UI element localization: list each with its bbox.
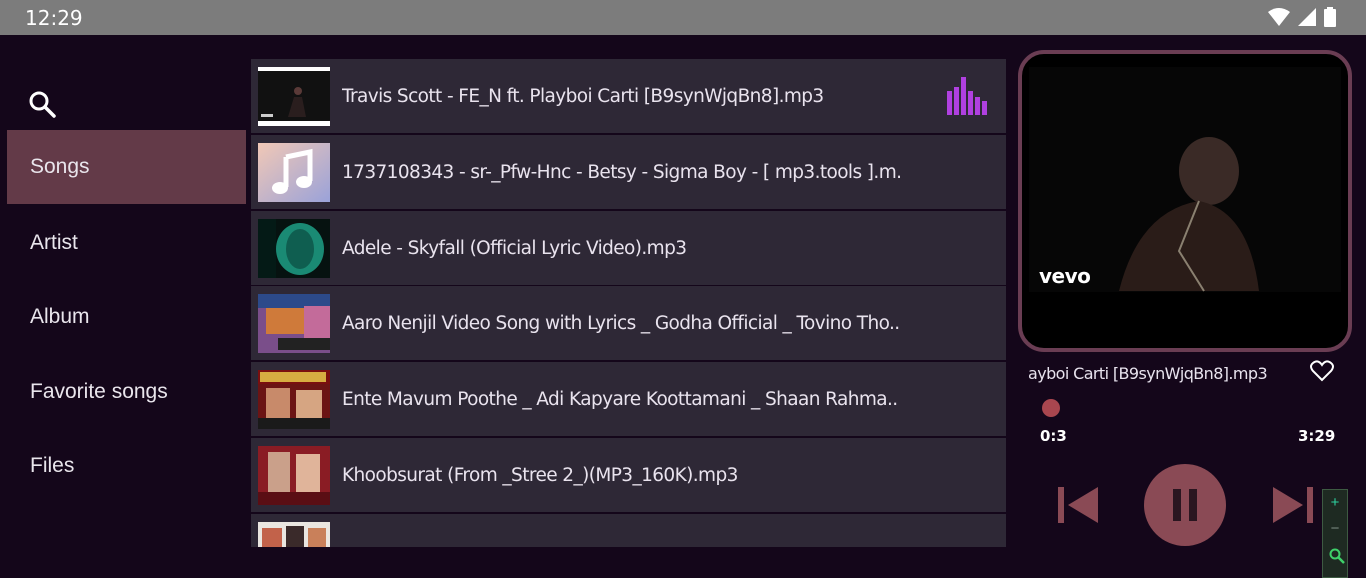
song-row[interactable]: Khoobsurat (From _Stree 2_)(MP3_160K).mp… bbox=[251, 438, 1006, 512]
status-icons bbox=[1268, 7, 1336, 27]
sidebar-item-songs[interactable]: Songs bbox=[7, 130, 246, 204]
pause-button[interactable] bbox=[1144, 464, 1226, 546]
now-playing-title: ayboi Carti [B9synWjqBn8].mp3 bbox=[1028, 364, 1268, 383]
song-thumbnail bbox=[258, 370, 330, 429]
skip-previous-icon bbox=[1058, 487, 1098, 523]
zoom-icon[interactable] bbox=[1329, 548, 1345, 564]
song-title: Ente Mavum Poothe _ Adi Kapyare Koottama… bbox=[342, 389, 898, 410]
search-button[interactable] bbox=[28, 90, 58, 120]
song-thumbnail bbox=[258, 67, 330, 126]
sidebar-item-favorite-songs[interactable]: Favorite songs bbox=[7, 355, 246, 429]
status-bar: 12:29 bbox=[0, 0, 1366, 35]
zoom-out-button[interactable]: − bbox=[1323, 520, 1347, 537]
zoom-controls: + − bbox=[1322, 489, 1348, 578]
sidebar-item-files[interactable]: Files bbox=[7, 429, 246, 503]
equalizer-icon bbox=[947, 77, 987, 115]
favorite-button[interactable] bbox=[1310, 360, 1334, 384]
vevo-logo: vevo bbox=[1039, 264, 1091, 288]
song-list[interactable]: Travis Scott - FE_N ft. Playboi Carti [B… bbox=[251, 59, 1006, 547]
sidebar-item-artist[interactable]: Artist bbox=[7, 206, 246, 280]
song-title: Aaro Nenjil Video Song with Lyrics _ God… bbox=[342, 313, 900, 334]
heart-icon bbox=[1310, 360, 1334, 382]
song-row[interactable] bbox=[251, 514, 1006, 547]
song-row[interactable]: Ente Mavum Poothe _ Adi Kapyare Koottama… bbox=[251, 362, 1006, 436]
previous-button[interactable] bbox=[1058, 485, 1100, 525]
time-current: 0:3 bbox=[1040, 427, 1067, 445]
pause-icon bbox=[1173, 489, 1197, 521]
song-title: Travis Scott - FE_N ft. Playboi Carti [B… bbox=[342, 86, 824, 107]
song-thumbnail bbox=[258, 294, 330, 353]
status-time: 12:29 bbox=[25, 6, 83, 30]
song-row[interactable]: 1737108343 - sr-_Pfw-Hnc - Betsy - Sigma… bbox=[251, 135, 1006, 209]
song-thumbnail bbox=[258, 143, 330, 202]
time-total: 3:29 bbox=[1298, 427, 1336, 445]
song-title: 1737108343 - sr-_Pfw-Hnc - Betsy - Sigma… bbox=[342, 162, 902, 183]
song-row[interactable]: Adele - Skyfall (Official Lyric Video).m… bbox=[251, 211, 1006, 285]
battery-icon bbox=[1324, 7, 1336, 27]
album-art-image bbox=[1029, 61, 1341, 341]
song-thumbnail bbox=[258, 446, 330, 505]
progress-track[interactable] bbox=[1040, 407, 1336, 409]
next-button[interactable] bbox=[1271, 485, 1313, 525]
signal-icon bbox=[1298, 8, 1316, 26]
song-title: Adele - Skyfall (Official Lyric Video).m… bbox=[342, 238, 687, 259]
song-row[interactable]: Travis Scott - FE_N ft. Playboi Carti [B… bbox=[251, 59, 1006, 133]
sidebar-item-album[interactable]: Album bbox=[7, 280, 246, 354]
search-icon bbox=[29, 91, 56, 118]
album-art: vevo bbox=[1018, 50, 1352, 352]
song-thumbnail bbox=[258, 219, 330, 278]
song-title: Khoobsurat (From _Stree 2_)(MP3_160K).mp… bbox=[342, 465, 738, 486]
song-row[interactable]: Aaro Nenjil Video Song with Lyrics _ God… bbox=[251, 286, 1006, 360]
wifi-icon bbox=[1268, 8, 1290, 26]
progress-thumb[interactable] bbox=[1042, 399, 1061, 417]
song-thumbnail bbox=[258, 522, 330, 547]
skip-next-icon bbox=[1273, 487, 1313, 523]
zoom-in-button[interactable]: + bbox=[1323, 494, 1347, 511]
